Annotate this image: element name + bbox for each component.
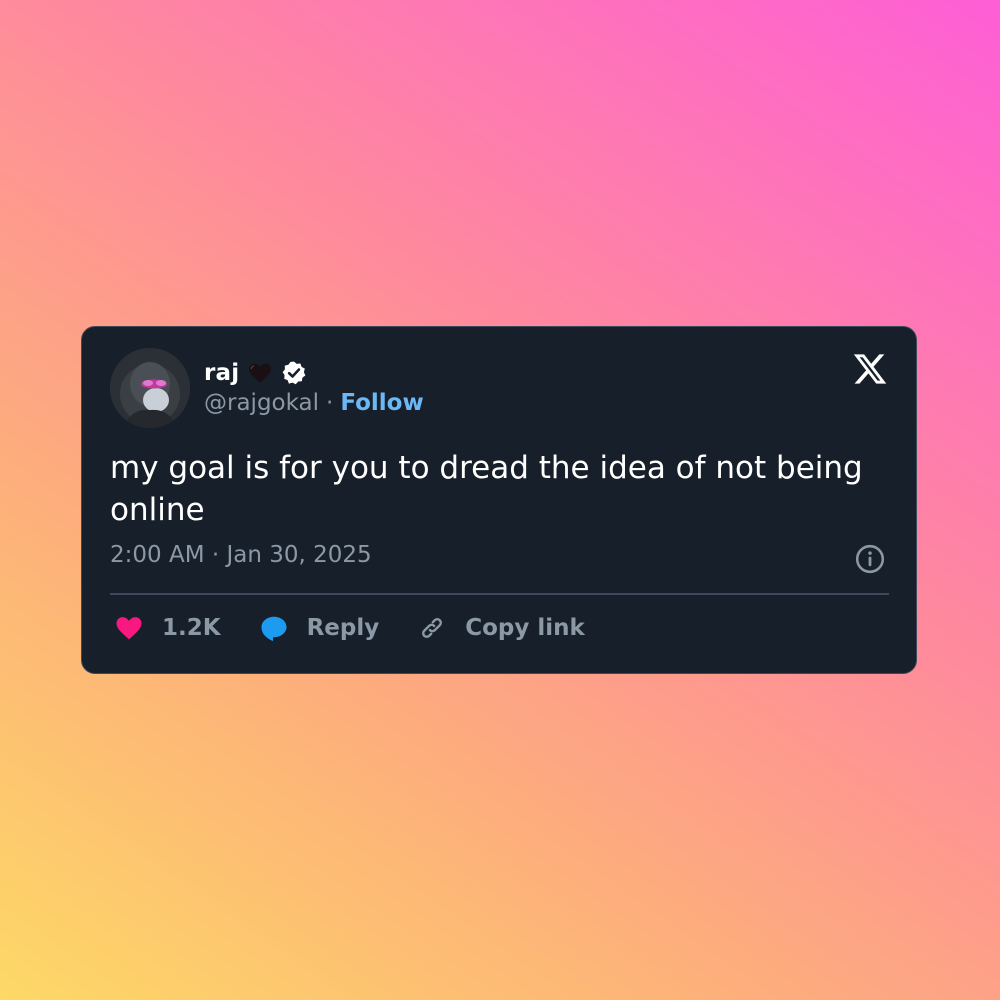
copy-link-button[interactable]: Copy link: [417, 613, 585, 643]
name-row: raj: [204, 355, 307, 391]
x-logo-icon[interactable]: [852, 351, 888, 387]
speech-bubble-icon: [261, 616, 287, 642]
like-count: 1.2K: [162, 615, 221, 641]
tweet-text: my goal is for you to dread the idea of …: [110, 450, 863, 528]
info-icon[interactable]: [854, 543, 886, 575]
handle-row: @rajgokal · Follow: [204, 390, 424, 416]
copy-link-label: Copy link: [465, 615, 585, 641]
user-handle[interactable]: @rajgokal: [204, 390, 319, 416]
like-button[interactable]: 1.2K: [114, 613, 221, 643]
avatar[interactable]: [110, 348, 190, 428]
verified-badge-icon: [281, 360, 307, 386]
divider: [110, 593, 889, 595]
separator-dot: ·: [326, 390, 334, 416]
tweet-timestamp[interactable]: 2:00 AM · Jan 30, 2025: [110, 542, 372, 568]
follow-button[interactable]: Follow: [340, 390, 423, 416]
heart-icon: [116, 617, 142, 640]
action-bar: 1.2K Reply Copy link: [114, 607, 623, 649]
ape-avatar-icon: [110, 348, 190, 428]
reply-label: Reply: [306, 615, 380, 641]
display-name[interactable]: raj: [204, 360, 239, 386]
link-icon: [422, 618, 443, 638]
tweet-card: raj @rajgokal · Follow my goal is for yo…: [81, 326, 917, 674]
black-heart-icon: [247, 360, 273, 386]
reply-button[interactable]: Reply: [259, 613, 380, 643]
